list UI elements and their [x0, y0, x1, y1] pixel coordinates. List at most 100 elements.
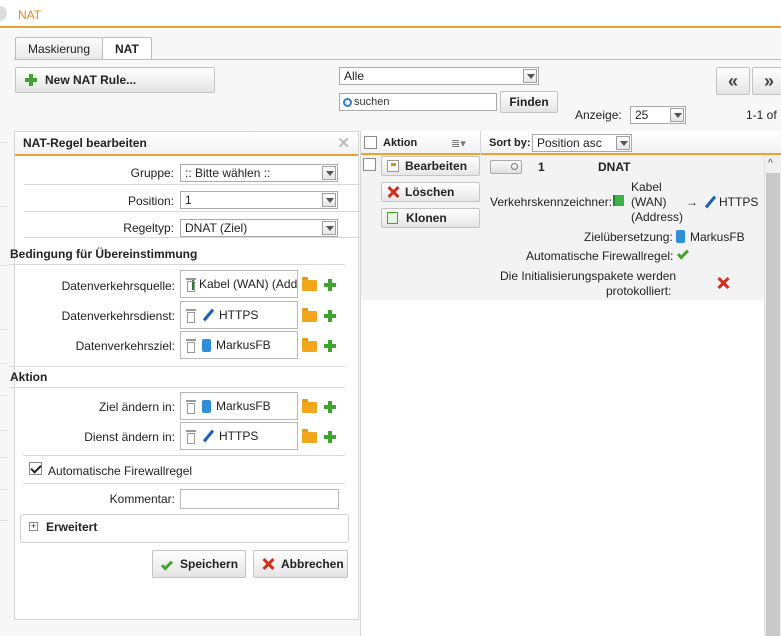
divider	[480, 131, 481, 155]
ruletype-value: DNAT (Ziel)	[185, 221, 248, 235]
next-page-button[interactable]: »	[752, 67, 781, 95]
filter-value: Alle	[344, 69, 365, 83]
trash-icon[interactable]	[186, 308, 196, 323]
source-value: Kabel (WAN) (Address)	[199, 277, 298, 291]
auto-firewall-checkbox[interactable]	[29, 462, 42, 475]
folder-icon[interactable]	[302, 277, 317, 291]
service-value: HTTPS	[219, 308, 259, 322]
save-button[interactable]: Speichern	[152, 550, 246, 578]
group-select[interactable]: :: Bitte wählen ::	[180, 164, 338, 182]
select-all-checkbox[interactable]	[364, 136, 377, 149]
scrollbar[interactable]: ^	[764, 155, 781, 636]
dest-value: MarkusFB	[216, 338, 271, 352]
group-label: Gruppe:	[130, 166, 174, 180]
edit-rule-button[interactable]: Bearbeiten	[381, 156, 480, 176]
log-label-line1: Die Initialisierungspakete werden	[500, 269, 677, 283]
position-select[interactable]: 1	[180, 191, 338, 209]
dest-field[interactable]: MarkusFB	[180, 331, 298, 359]
target-value: MarkusFB	[690, 230, 745, 244]
first-page-button[interactable]: «	[716, 67, 750, 95]
window-title: NAT	[18, 8, 42, 22]
check-icon	[160, 557, 174, 571]
add-icon[interactable]	[324, 340, 336, 352]
page-size-value: 25	[635, 108, 649, 122]
search-input[interactable]: suchen	[339, 93, 497, 111]
cancel-label: Abbrechen	[281, 557, 344, 571]
edit-panel-title: NAT-Regel bearbeiten	[23, 136, 147, 150]
advanced-section[interactable]: + Erweitert	[20, 514, 349, 543]
folder-icon[interactable]	[302, 308, 317, 322]
scrollbar-thumb[interactable]	[766, 173, 780, 636]
tab-nat[interactable]: NAT	[102, 37, 152, 60]
position-label: Position:	[127, 194, 174, 208]
folder-icon[interactable]	[302, 429, 317, 443]
divider	[23, 483, 345, 484]
delete-rule-button[interactable]: Löschen	[381, 182, 480, 202]
delete-label: Löschen	[405, 185, 455, 199]
clone-icon	[387, 212, 398, 224]
clone-label: Klonen	[406, 211, 447, 225]
traffic-service: HTTPS	[719, 195, 759, 209]
change-service-label: Dienst ändern in:	[84, 430, 175, 444]
sort-select[interactable]: Position asc	[532, 134, 632, 152]
title-bar: NAT	[0, 0, 781, 28]
search-placeholder: suchen	[354, 96, 390, 108]
add-icon[interactable]	[324, 310, 336, 322]
tab-divider	[14, 59, 781, 60]
row-checkbox[interactable]	[363, 158, 376, 171]
ruletype-select[interactable]: DNAT (Ziel)	[180, 219, 338, 237]
strip-divider	[0, 395, 8, 396]
add-icon[interactable]	[324, 279, 336, 291]
strip-divider	[0, 363, 8, 364]
strip-divider	[0, 206, 8, 207]
traffic-label: Verkehrskennzeichner:	[490, 195, 613, 209]
add-icon[interactable]	[324, 431, 336, 443]
group-value: :: Bitte wählen ::	[185, 166, 271, 180]
expand-icon[interactable]: +	[29, 522, 38, 531]
scroll-up-icon[interactable]: ^	[768, 158, 773, 169]
change-dest-field[interactable]: MarkusFB	[180, 392, 298, 420]
rule-toggle[interactable]	[490, 160, 522, 174]
edit-panel-header: NAT-Regel bearbeiten ✕	[15, 132, 358, 156]
source-field[interactable]: Kabel (WAN) (Address)	[180, 270, 298, 298]
trash-icon[interactable]	[186, 399, 196, 414]
target-label: Zielübersetzung:	[584, 230, 673, 244]
chevron-down-icon	[670, 108, 684, 122]
edit-label: Bearbeiten	[405, 159, 468, 173]
new-nat-rule-button[interactable]: New NAT Rule...	[15, 67, 215, 93]
find-button[interactable]: Finden	[500, 91, 558, 113]
sort-label: Sort by:	[489, 137, 531, 149]
cable-icon	[202, 309, 214, 321]
position-value: 1	[185, 193, 192, 207]
tab-maskierung[interactable]: Maskierung	[15, 37, 104, 59]
trash-icon[interactable]	[186, 429, 196, 444]
change-service-field[interactable]: HTTPS	[180, 422, 298, 450]
display-label: Anzeige:	[575, 108, 622, 122]
close-icon[interactable]: ✕	[337, 134, 350, 152]
cancel-button[interactable]: Abbrechen	[253, 550, 348, 578]
add-icon[interactable]	[324, 401, 336, 413]
strip-divider	[0, 430, 8, 431]
trash-icon[interactable]	[186, 338, 196, 353]
traffic-source-line2: (WAN)	[631, 195, 667, 209]
dest-label: Datenverkehrsziel:	[75, 339, 175, 353]
cross-icon	[717, 277, 729, 289]
chevron-down-icon	[616, 136, 630, 150]
add-icon	[25, 74, 37, 86]
strip-divider	[0, 457, 8, 458]
new-nat-rule-label: New NAT Rule...	[45, 73, 137, 87]
device-icon	[202, 338, 211, 352]
service-field[interactable]: HTTPS	[180, 301, 298, 329]
filter-select[interactable]: Alle	[339, 67, 539, 85]
ruletype-label: Regeltyp:	[123, 221, 174, 235]
change-service-value: HTTPS	[219, 429, 259, 443]
comment-input[interactable]	[180, 489, 339, 509]
device-icon	[676, 230, 685, 243]
folder-icon[interactable]	[302, 399, 317, 413]
folder-icon[interactable]	[302, 338, 317, 352]
column-menu-icon[interactable]: ≣▾	[451, 137, 466, 150]
action-column-header: Aktion	[383, 137, 418, 149]
clone-rule-button[interactable]: Klonen	[381, 208, 480, 228]
advanced-label: Erweitert	[46, 520, 98, 534]
page-size-select[interactable]: 25	[630, 106, 686, 124]
